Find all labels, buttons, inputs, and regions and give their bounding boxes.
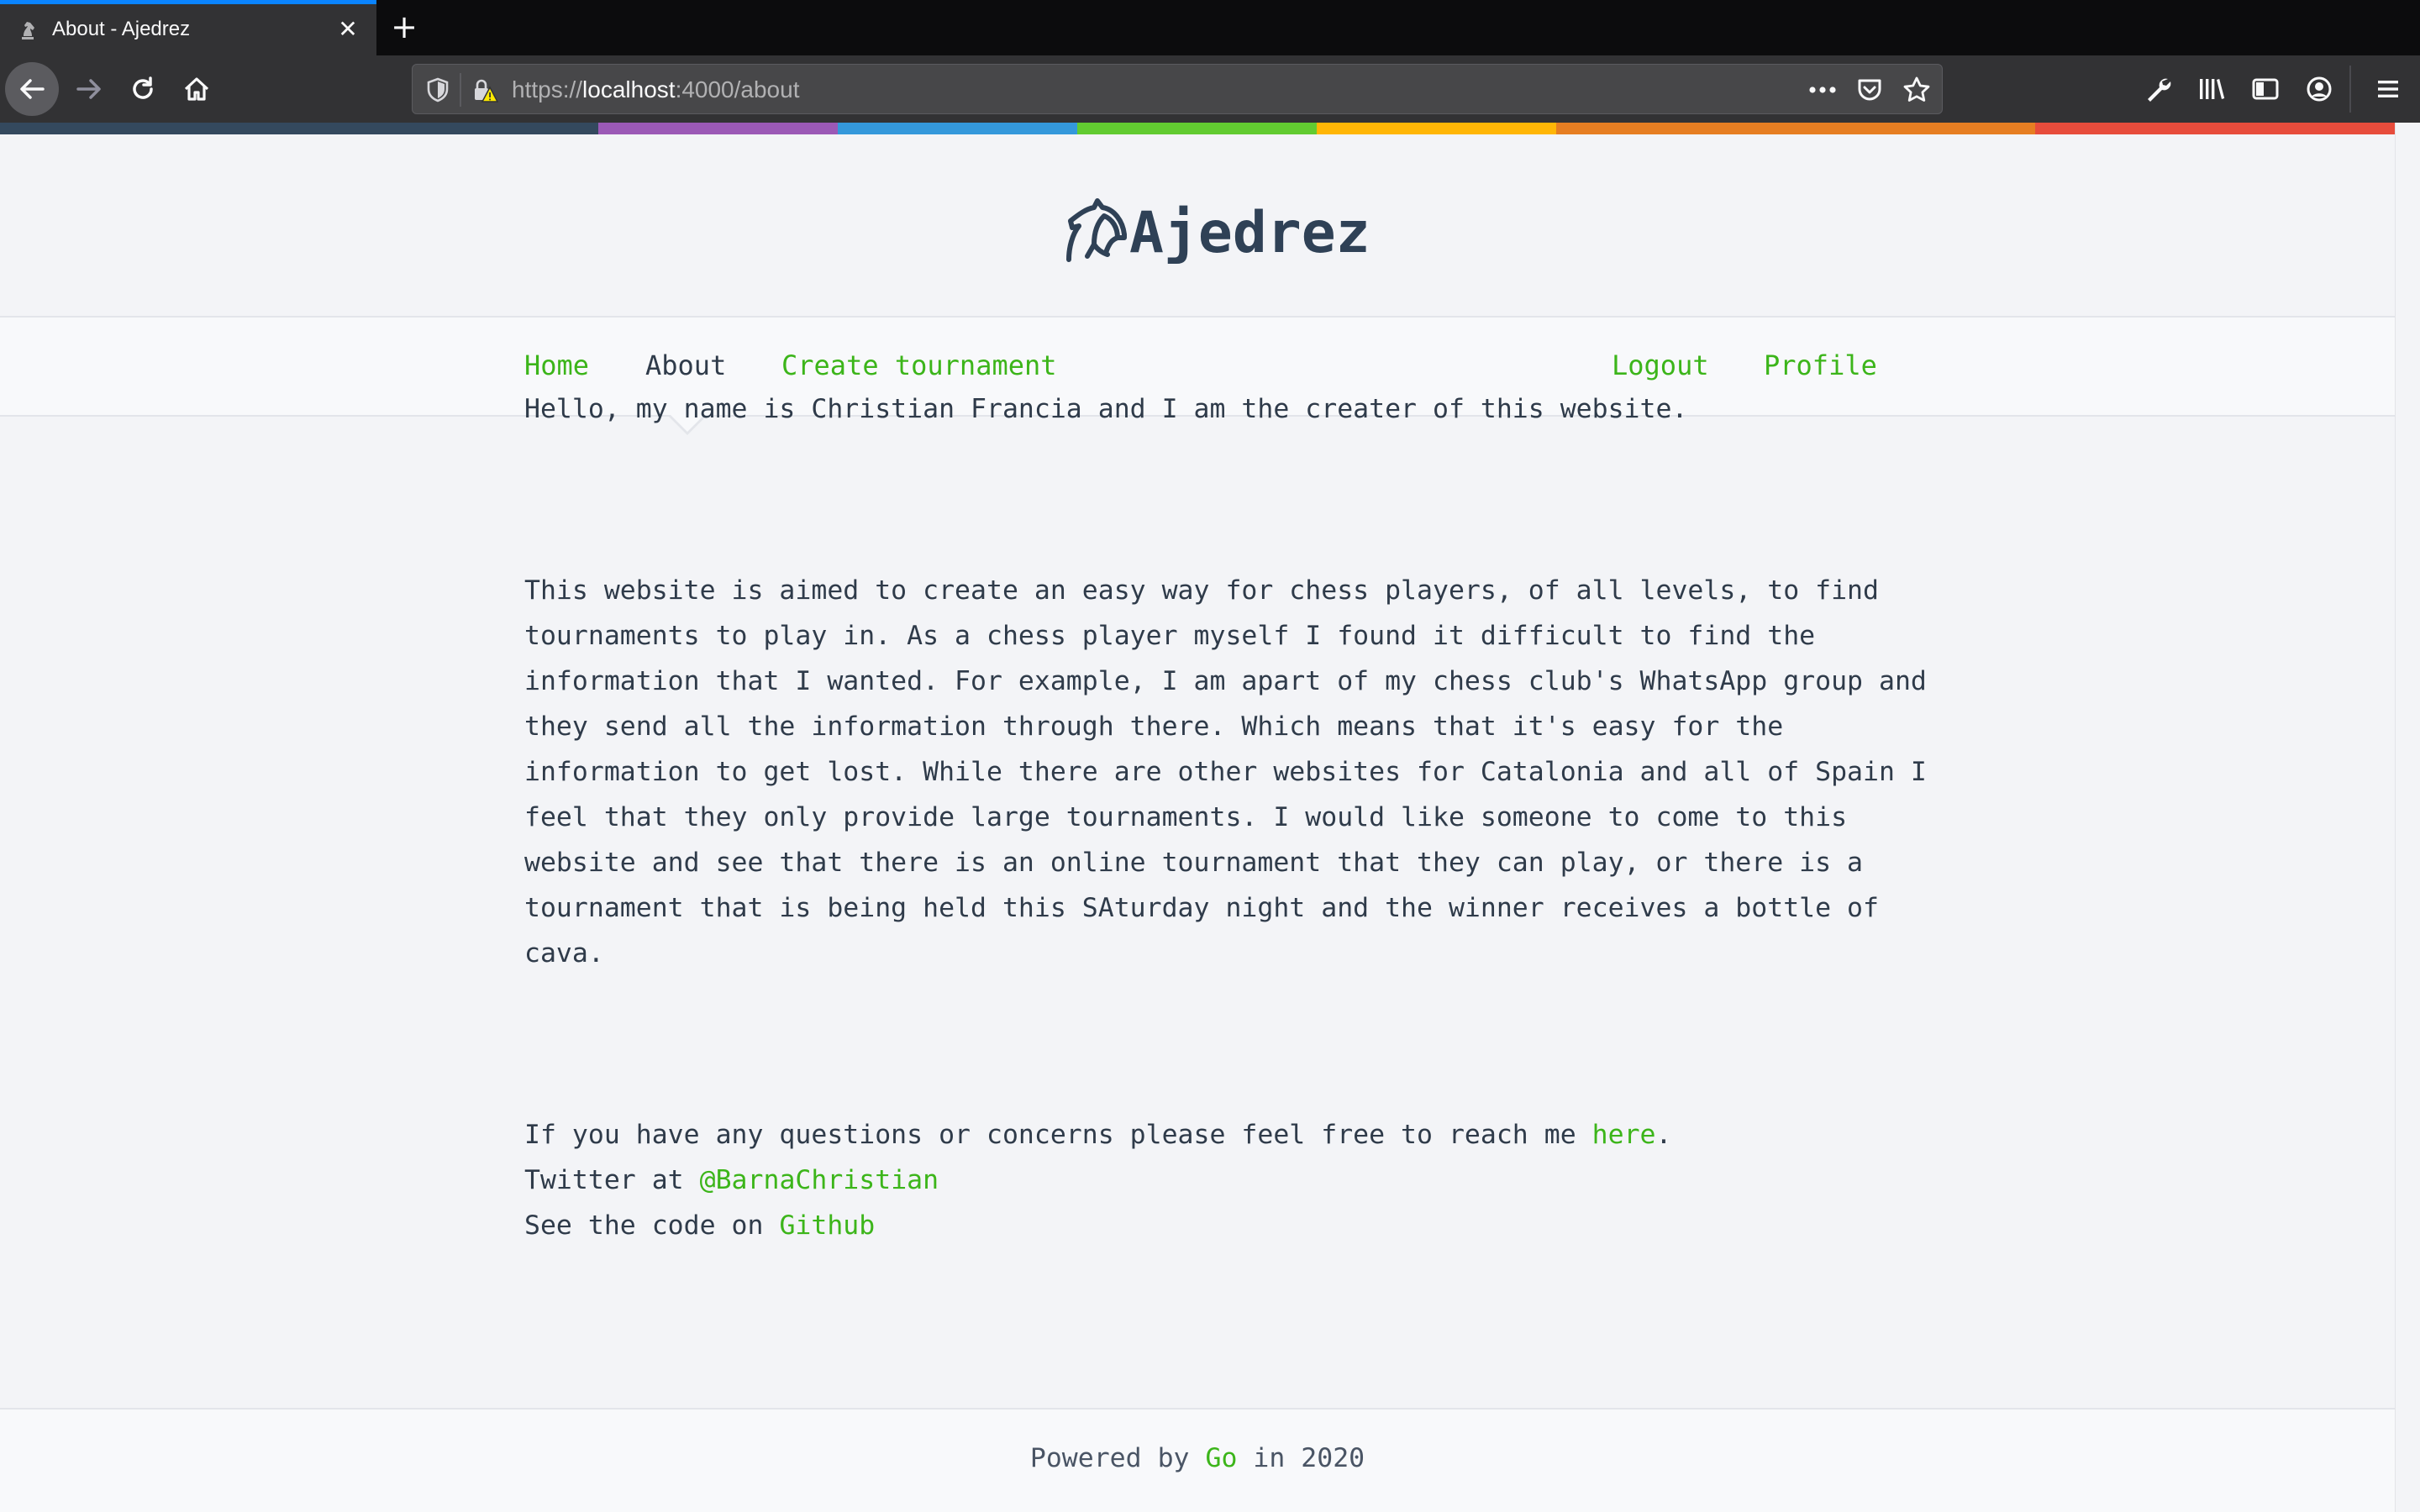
color-stripe-segment bbox=[1077, 123, 1317, 134]
description-line: This website is aimed to create an easy … bbox=[524, 575, 1879, 606]
account-icon[interactable] bbox=[2301, 71, 2338, 108]
hamburger-menu-icon[interactable] bbox=[2370, 71, 2407, 108]
description-line: website and see that there is an online … bbox=[524, 848, 1864, 878]
github-line: See the code on Github bbox=[524, 1203, 1869, 1248]
url-divider bbox=[460, 73, 461, 107]
github-text: See the code on bbox=[524, 1210, 780, 1241]
twitter-handle-link[interactable]: @BarnaChristian bbox=[700, 1165, 939, 1195]
url-host: localhost bbox=[582, 76, 676, 102]
url-path: :4000/about bbox=[675, 76, 800, 102]
color-stripe-segment bbox=[0, 123, 598, 134]
back-arrow-icon[interactable] bbox=[5, 62, 59, 116]
twitter-text: Twitter at bbox=[524, 1165, 700, 1195]
pocket-icon[interactable] bbox=[1854, 75, 1885, 105]
color-stripe-segment bbox=[2035, 123, 2395, 134]
site-footer: Powered by Go in 2020 bbox=[0, 1408, 2395, 1512]
intro-paragraph: Hello, my name is Christian Francia and … bbox=[524, 394, 1688, 424]
twitter-line: Twitter at @BarnaChristian bbox=[524, 1158, 1869, 1203]
contact-text: If you have any questions or concerns pl… bbox=[524, 1120, 1592, 1150]
description-line: cava. bbox=[524, 938, 604, 969]
tracking-shield-icon[interactable] bbox=[424, 76, 451, 103]
color-stripe-segment bbox=[838, 123, 1077, 134]
forward-arrow-icon[interactable] bbox=[62, 62, 116, 116]
library-icon[interactable] bbox=[2193, 71, 2230, 108]
nav-home-link[interactable]: Home bbox=[524, 349, 589, 381]
nav-create-tournament-link[interactable]: Create tournament bbox=[781, 349, 1057, 381]
nav-profile-link[interactable]: Profile bbox=[1764, 349, 1877, 381]
nav-logout-link[interactable]: Logout bbox=[1612, 349, 1709, 381]
description-line: tournaments to play in. As a chess playe… bbox=[524, 621, 1816, 651]
description-line: feel that they only provide large tourna… bbox=[524, 802, 1848, 832]
url-text[interactable]: https://localhost:4000/about bbox=[512, 76, 799, 103]
description-line: information to get lost. While there are… bbox=[524, 757, 1927, 787]
nav-about-link[interactable]: About bbox=[645, 349, 726, 381]
github-link[interactable]: Github bbox=[779, 1210, 875, 1241]
contact-period: . bbox=[1655, 1120, 1672, 1150]
chess-knight-favicon-icon bbox=[17, 19, 39, 41]
tab-title: About - Ajedrez bbox=[52, 18, 191, 40]
close-tab-icon[interactable]: ✕ bbox=[334, 16, 361, 43]
url-scheme: https:// bbox=[512, 76, 583, 102]
color-stripe bbox=[0, 123, 2395, 134]
site-title: Ajedrez bbox=[1129, 199, 1370, 266]
developer-wrench-icon[interactable] bbox=[2139, 71, 2176, 108]
footer-prefix: Powered by bbox=[1029, 1443, 1206, 1473]
color-stripe-segment bbox=[1556, 123, 2035, 134]
page-scrollbar[interactable] bbox=[2395, 123, 2420, 1512]
insecure-lock-icon[interactable] bbox=[470, 76, 499, 105]
active-tab[interactable]: About - Ajedrez ✕ bbox=[0, 0, 376, 55]
footer-suffix: in 2020 bbox=[1237, 1443, 1365, 1473]
new-tab-icon[interactable]: + bbox=[387, 10, 422, 45]
description-line: they send all the information through th… bbox=[524, 711, 1784, 742]
description-line: tournament that is being held this SAtur… bbox=[524, 893, 1879, 923]
toolbar-divider bbox=[2349, 66, 2351, 113]
footer-text: Powered by Go in 2020 bbox=[0, 1443, 2395, 1473]
color-stripe-segment bbox=[1317, 123, 1556, 134]
more-actions-icon[interactable] bbox=[1807, 75, 1838, 105]
bookmark-star-icon[interactable] bbox=[1902, 75, 1932, 105]
contact-here-link[interactable]: here bbox=[1592, 1120, 1656, 1150]
home-icon[interactable] bbox=[170, 62, 224, 116]
description-line: information that I wanted. For example, … bbox=[524, 666, 1927, 696]
reload-icon[interactable] bbox=[116, 62, 170, 116]
color-stripe-segment bbox=[598, 123, 838, 134]
sidebar-icon[interactable] bbox=[2247, 71, 2284, 108]
about-content: Hello, my name is Christian Francia and … bbox=[524, 386, 1927, 1248]
footer-go-link[interactable]: Go bbox=[1205, 1443, 1237, 1473]
site-header: Ajedrez bbox=[0, 134, 2395, 318]
description-paragraph: This website is aimed to create an easy … bbox=[524, 477, 1927, 1067]
tab-strip: About - Ajedrez ✕ + bbox=[0, 0, 2420, 55]
url-bar[interactable]: https://localhost:4000/about bbox=[412, 64, 1943, 114]
browser-toolbar: https://localhost:4000/about bbox=[0, 55, 2420, 123]
chess-knight-logo-icon bbox=[1066, 198, 1127, 262]
contact-line: If you have any questions or concerns pl… bbox=[524, 1112, 1869, 1158]
brand[interactable]: Ajedrez bbox=[1060, 195, 1370, 270]
contact-section: If you have any questions or concerns pl… bbox=[524, 1112, 1869, 1248]
